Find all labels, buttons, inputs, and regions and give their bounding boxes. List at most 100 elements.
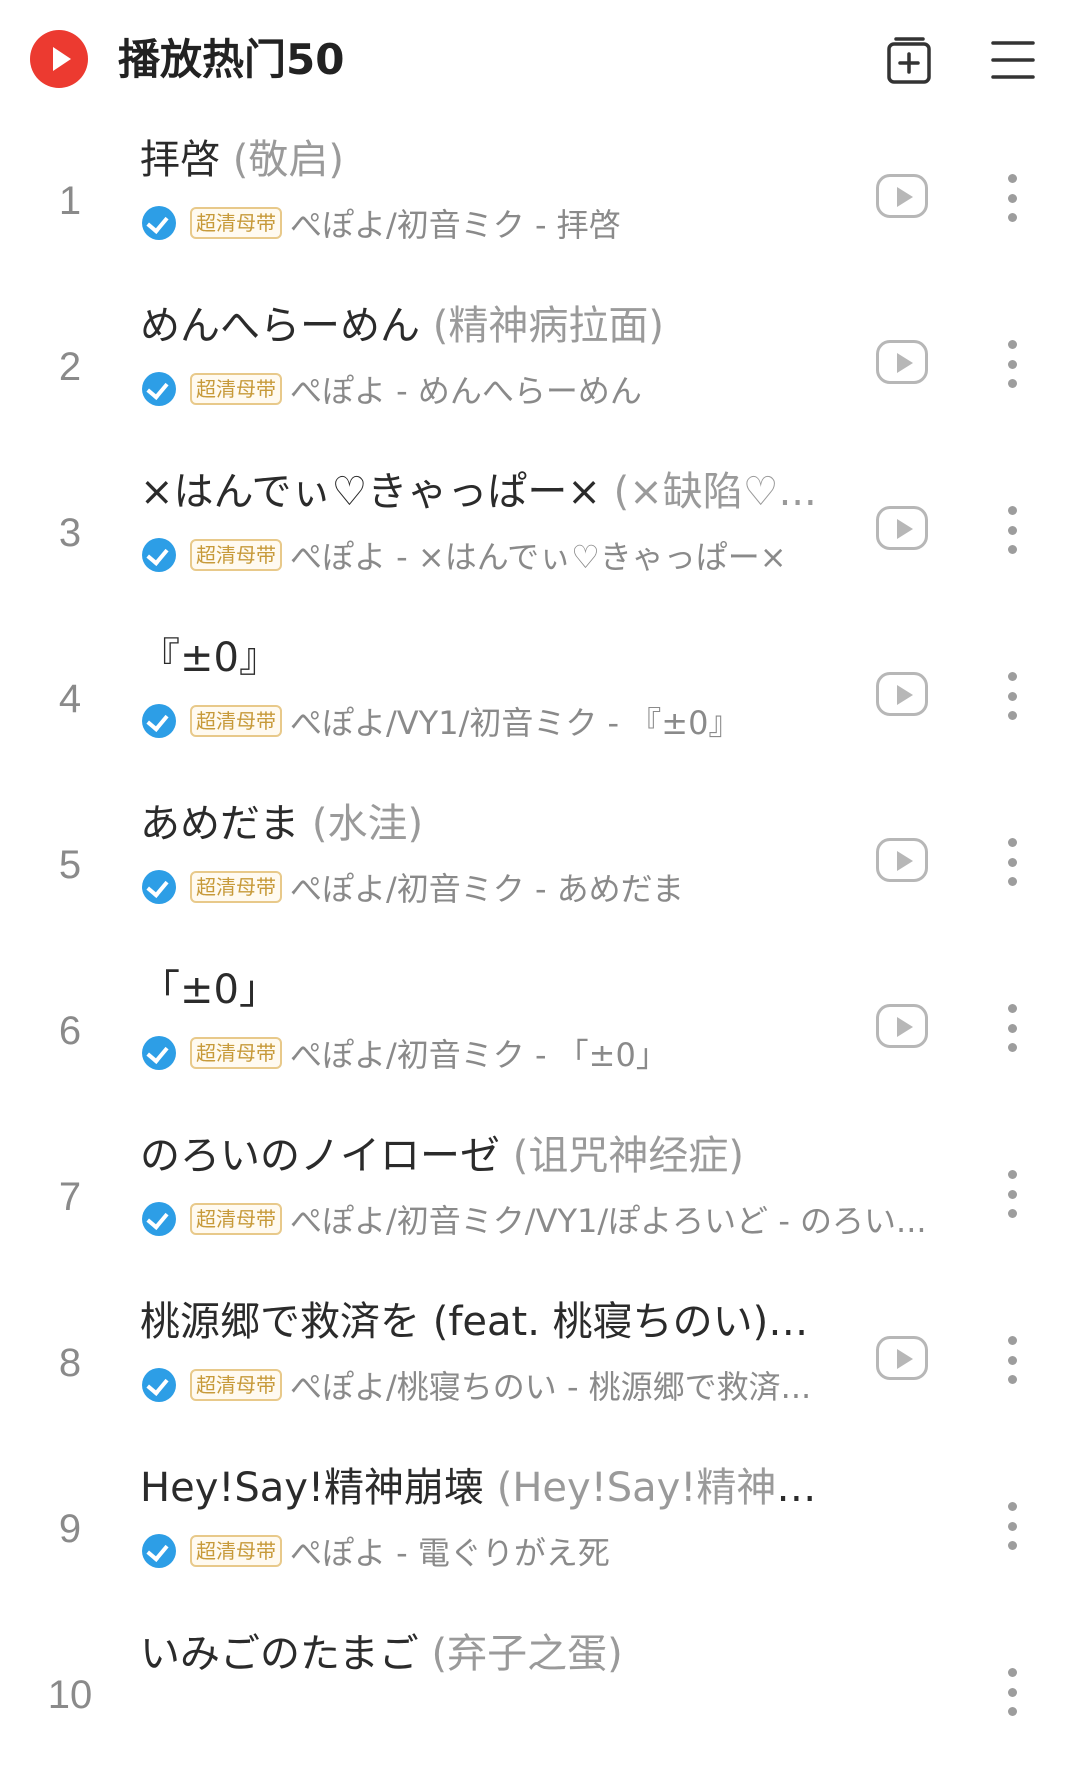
verified-icon [142, 704, 176, 738]
song-artist-album: ぺぽよ/初音ミク - 拝啓 [290, 206, 621, 244]
add-to-playlist-icon[interactable] [886, 36, 934, 86]
more-options-icon[interactable] [1000, 1336, 1024, 1384]
verified-icon [142, 1534, 176, 1568]
song-rank: 10 [47, 1672, 93, 1717]
mv-play-icon[interactable] [876, 838, 928, 882]
song-rank: 2 [58, 344, 82, 389]
song-row[interactable]: 9 Hey!Say!精神崩壊 (Hey!Say!精神崩坏) 超清母带ぺぽよ - 電ぐ… [0, 1446, 1080, 1612]
more-options-icon[interactable] [1000, 1668, 1024, 1716]
verified-icon [142, 372, 176, 406]
play-all-title[interactable]: 播放热门50 [118, 32, 344, 88]
verified-icon [142, 1368, 176, 1402]
more-options-icon[interactable] [1000, 838, 1024, 886]
song-title: 「±0」 [140, 967, 279, 1013]
song-alias: (弃子之蛋) [418, 1631, 623, 1677]
song-title: 拝啓 [140, 137, 220, 183]
quality-badge: 超清母带 [190, 1535, 282, 1567]
song-title: めんへらーめん [140, 303, 420, 349]
song-rank: 6 [58, 1008, 82, 1053]
song-rank: 3 [58, 510, 82, 555]
song-title-line: 「±0」 [140, 962, 820, 1018]
song-subtitle: 超清母带 ぺぽよ/初音ミク - あめだま [142, 864, 962, 910]
song-artist-album: ぺぽよ/桃寝ちのい - 桃源郷で救済... [290, 1368, 812, 1406]
mv-play-icon[interactable] [876, 506, 928, 550]
song-subtitle: 超清母带 ぺぽよ/初音ミク - 拝啓 [142, 200, 962, 246]
more-options-icon[interactable] [1000, 1170, 1024, 1218]
song-title-line: いみごのたまご (弃子之蛋) [140, 1626, 820, 1682]
song-alias: (×缺陷♡... [600, 469, 817, 515]
song-artist-album: ぺぽよ/初音ミク/VY1/ぽよろいど - のろい... [290, 1202, 927, 1240]
song-row[interactable]: 4 『±0』超清母带 ぺぽよ/VY1/初音ミク - 『±0』 [0, 616, 1080, 782]
multi-select-menu-icon[interactable] [990, 38, 1036, 82]
song-artist-album: ぺぽよ/初音ミク - 「±0」 [290, 1036, 668, 1074]
song-title: Hey!Say!精神崩壊 [140, 1465, 485, 1511]
song-alias: (水洼) [299, 801, 424, 847]
more-options-icon[interactable] [1000, 506, 1024, 554]
song-title-line: のろいのノイローゼ (诅咒神经症) [140, 1128, 820, 1184]
song-title: いみごのたまご [140, 1631, 419, 1677]
song-subtitle: 超清母带 ぺぽよ - めんへらーめん [142, 366, 962, 412]
song-subtitle: 超清母带 ぺぽよ/初音ミク/VY1/ぽよろいど - のろい... [142, 1196, 962, 1242]
song-rank: 9 [58, 1506, 82, 1551]
song-title: 『±0』 [140, 635, 279, 681]
song-row[interactable]: 10 いみごのたまご (弃子之蛋) [0, 1612, 1080, 1778]
play-all-icon[interactable] [30, 30, 88, 88]
quality-badge: 超清母带 [190, 871, 282, 903]
song-alias: (诅咒神经症) [500, 1133, 744, 1179]
more-options-icon[interactable] [1000, 672, 1024, 720]
song-row[interactable]: 6 「±0」超清母带 ぺぽよ/初音ミク - 「±0」 [0, 948, 1080, 1114]
song-title-line: 桃源郷で救済を (feat. 桃寝ちのい) (... [140, 1294, 820, 1350]
more-options-icon[interactable] [1000, 1004, 1024, 1052]
more-options-icon[interactable] [1000, 340, 1024, 388]
song-title: ×はんでぃ♡きゃっぱー× [140, 469, 601, 515]
song-rank: 1 [58, 178, 82, 223]
song-row[interactable]: 2 めんへらーめん (精神病拉面) 超清母带 ぺぽよ - めんへらーめん [0, 284, 1080, 450]
song-rank: 7 [58, 1174, 82, 1219]
song-title-line: ×はんでぃ♡きゃっぱー× (×缺陷♡... [140, 464, 820, 520]
song-subtitle: 超清母带 ぺぽよ/初音ミク - 「±0」 [142, 1030, 962, 1076]
song-title: あめだま [140, 801, 300, 847]
song-subtitle: 超清母带 ぺぽよ - ×はんでぃ♡きゃっぱー× [142, 532, 962, 578]
song-title-line: Hey!Say!精神崩壊 (Hey!Say!精神崩坏) [140, 1460, 820, 1516]
song-title-line: めんへらーめん (精神病拉面) [140, 298, 820, 354]
mv-play-icon[interactable] [876, 1004, 928, 1048]
song-alias: (Hey!Say!精神崩坏) [496, 1465, 820, 1511]
quality-badge: 超清母带 [190, 207, 282, 239]
verified-icon [142, 1036, 176, 1070]
song-alias: (敬启) [220, 137, 344, 183]
verified-icon [142, 870, 176, 904]
song-row[interactable]: 3 ×はんでぃ♡きゃっぱー× (×缺陷♡... 超清母带 ぺぽよ - ×はんでぃ♡きゃ… [0, 450, 1080, 616]
mv-play-icon[interactable] [876, 174, 928, 218]
song-subtitle: 超清母带 ぺぽよ/VY1/初音ミク - 『±0』 [142, 698, 962, 744]
playlist-header: 播放热门50 [0, 0, 1080, 120]
more-options-icon[interactable] [1000, 1502, 1024, 1550]
quality-badge: 超清母带 [190, 373, 282, 405]
song-alias: (精神病拉面) [420, 303, 664, 349]
verified-icon [142, 538, 176, 572]
more-options-icon[interactable] [1000, 174, 1024, 222]
song-row[interactable]: 7 のろいのノイローゼ (诅咒神经症) 超清母带 ぺぽよ/初音ミク/VY1/ぽよろいど… [0, 1114, 1080, 1280]
song-title-line: 拝啓 (敬启) [140, 132, 820, 188]
song-subtitle: 超清母带 ぺぽよ/桃寝ちのい - 桃源郷で救済... [142, 1362, 962, 1408]
quality-badge: 超清母带 [190, 539, 282, 571]
song-subtitle: 超清母带 ぺぽよ - 電ぐりがえ死 [142, 1528, 962, 1574]
quality-badge: 超清母带 [190, 1369, 282, 1401]
song-artist-album: ぺぽよ/初音ミク - あめだま [290, 870, 685, 908]
song-artist-album: ぺぽよ - ×はんでぃ♡きゃっぱー× [290, 538, 787, 576]
song-rank: 8 [58, 1340, 82, 1385]
song-row[interactable]: 1 拝啓 (敬启) 超清母带 ぺぽよ/初音ミク - 拝啓 [0, 118, 1080, 284]
quality-badge: 超清母带 [190, 705, 282, 737]
mv-play-icon[interactable] [876, 672, 928, 716]
song-artist-album: ぺぽよ - めんへらーめん [290, 372, 642, 410]
mv-play-icon[interactable] [876, 1336, 928, 1380]
quality-badge: 超清母带 [190, 1037, 282, 1069]
song-artist-album: ぺぽよ/VY1/初音ミク - 『±0』 [290, 704, 741, 742]
song-rank: 5 [58, 842, 82, 887]
song-title: のろいのノイローゼ [140, 1133, 500, 1179]
song-title-line: あめだま (水洼) [140, 796, 820, 852]
song-row[interactable]: 5 あめだま (水洼) 超清母带 ぺぽよ/初音ミク - あめだま [0, 782, 1080, 948]
song-row[interactable]: 8 桃源郷で救済を (feat. 桃寝ちのい) (... 超清母带ぺぽよ/桃寝ちのい… [0, 1280, 1080, 1446]
song-rank: 4 [58, 676, 82, 721]
quality-badge: 超清母带 [190, 1203, 282, 1235]
mv-play-icon[interactable] [876, 340, 928, 384]
